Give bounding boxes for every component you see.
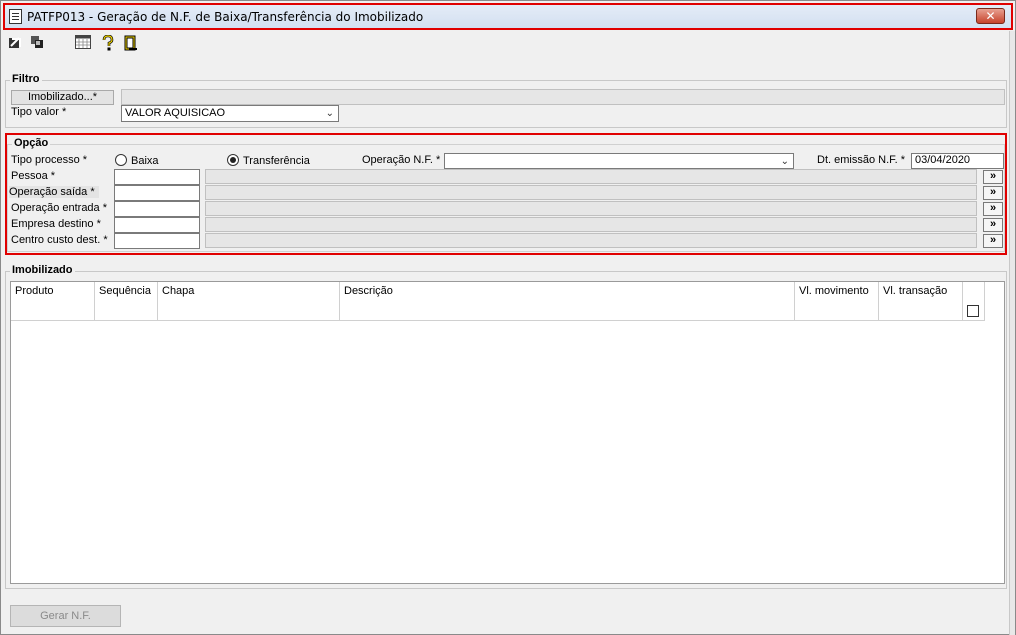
imobilizado-title: Imobilizado	[10, 264, 75, 276]
column-produto[interactable]: Produto	[11, 282, 95, 321]
radio-transferencia-label: Transferência	[243, 155, 310, 167]
imobilizado-display	[121, 89, 1005, 105]
column-select	[963, 282, 985, 321]
window-right-edge	[1009, 31, 1015, 635]
column-vl-movimento[interactable]: Vl. movimento	[795, 282, 879, 321]
centro-custo-description	[205, 233, 977, 248]
exit-door-icon[interactable]	[123, 35, 139, 51]
operacao-saida-lookup-button[interactable]: »	[983, 186, 1003, 200]
calendar-grid-icon[interactable]	[75, 35, 91, 51]
chevron-down-icon: ⌄	[325, 108, 334, 119]
centro-custo-code-input[interactable]	[114, 233, 200, 249]
filtro-title: Filtro	[10, 73, 42, 85]
operacao-saida-description	[205, 185, 977, 200]
column-descricao[interactable]: Descrição	[340, 282, 795, 321]
operacao-saida-label: Operação saída *	[9, 186, 99, 198]
operacao-entrada-code-input[interactable]	[114, 201, 200, 217]
chevron-down-icon: ⌄	[780, 156, 789, 167]
empresa-destino-lookup-button[interactable]: »	[983, 218, 1003, 232]
column-chapa[interactable]: Chapa	[158, 282, 340, 321]
gerar-nf-button[interactable]: Gerar N.F.	[10, 605, 121, 627]
radio-baixa-label: Baixa	[131, 155, 159, 167]
centro-custo-lookup-button[interactable]: »	[983, 234, 1003, 248]
export-icon[interactable]	[7, 35, 23, 51]
operacao-entrada-lookup-button[interactable]: »	[983, 202, 1003, 216]
close-button[interactable]: ✕	[976, 8, 1005, 24]
tipo-valor-label: Tipo valor *	[11, 106, 67, 118]
operacao-entrada-label: Operação entrada *	[11, 202, 108, 214]
radio-baixa[interactable]	[115, 154, 127, 166]
document-icon	[9, 9, 22, 24]
pessoa-lookup-button[interactable]: »	[983, 170, 1003, 184]
operacao-nf-label: Operação N.F. *	[362, 154, 441, 166]
empresa-destino-code-input[interactable]	[114, 217, 200, 233]
centro-custo-label: Centro custo dest. *	[11, 234, 108, 246]
select-all-checkbox[interactable]	[967, 305, 979, 317]
radio-transferencia[interactable]	[227, 154, 239, 166]
operacao-entrada-description	[205, 201, 977, 216]
app-window: PATFP013 - Geração de N.F. de Baixa/Tran…	[0, 0, 1016, 635]
title-bar: PATFP013 - Geração de N.F. de Baixa/Tran…	[3, 3, 1013, 30]
table-header: Produto Sequência Chapa Descrição Vl. mo…	[11, 282, 985, 321]
help-icon[interactable]	[100, 34, 116, 51]
operacao-nf-select[interactable]: ⌄	[444, 153, 794, 169]
empresa-destino-label: Empresa destino *	[11, 218, 101, 230]
window-title: PATFP013 - Geração de N.F. de Baixa/Tran…	[27, 10, 424, 24]
imobilizado-button[interactable]: Imobilizado...*	[11, 90, 114, 105]
column-vl-transacao[interactable]: Vl. transação	[879, 282, 963, 321]
empresa-destino-description	[205, 217, 977, 232]
column-sequencia[interactable]: Sequência	[95, 282, 158, 321]
operacao-saida-code-input[interactable]	[114, 185, 200, 201]
dt-emissao-input[interactable]: 03/04/2020	[911, 153, 1004, 169]
tipo-valor-value: VALOR AQUISICAO	[125, 107, 226, 119]
tipo-valor-select[interactable]: VALOR AQUISICAO ⌄	[121, 105, 339, 122]
imobilizado-table[interactable]: Produto Sequência Chapa Descrição Vl. mo…	[10, 281, 1005, 584]
pessoa-code-input[interactable]	[114, 169, 200, 185]
copy-icon[interactable]	[29, 35, 45, 51]
pessoa-label: Pessoa *	[11, 170, 56, 182]
dt-emissao-label: Dt. emissão N.F. *	[817, 154, 906, 166]
tipo-processo-label: Tipo processo *	[11, 154, 88, 166]
pessoa-description	[205, 169, 977, 184]
